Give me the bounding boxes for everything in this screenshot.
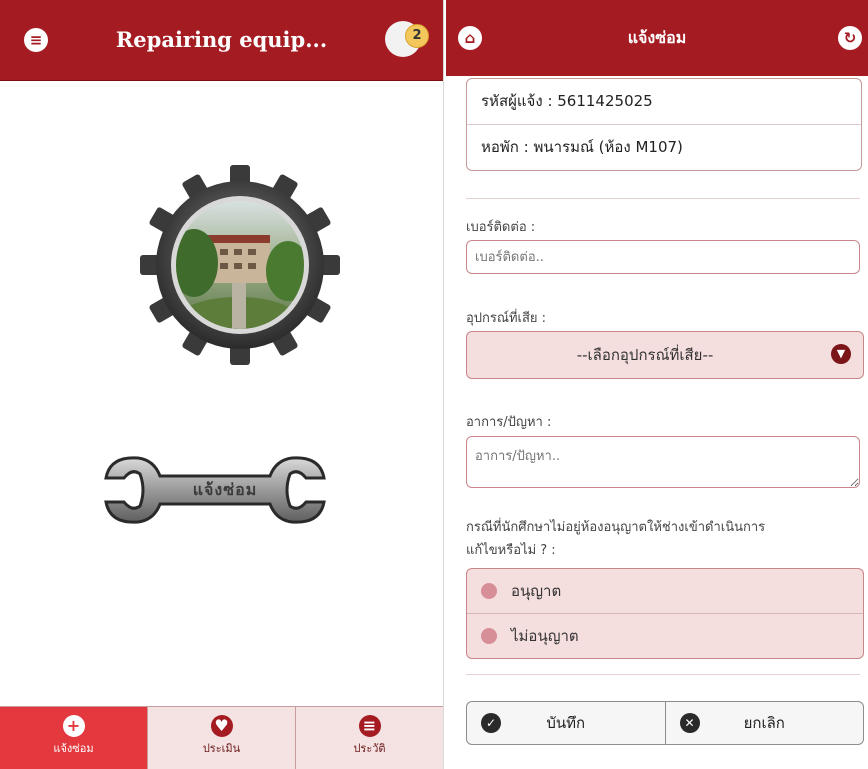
repair-form-screen: ⌂ แจ้งซ่อม ↻ รหัสผู้แจ้ง : 5611425025 หอ… <box>446 0 868 769</box>
app-title: Repairing equip... <box>115 27 328 52</box>
gear-logo <box>140 165 340 365</box>
close-icon: ✕ <box>679 713 700 733</box>
tab-history[interactable]: ≡ ประวัติ <box>295 706 443 769</box>
tab-label: ประเมิน <box>202 742 241 755</box>
home-screen: ≡ Repairing equip... 2 แจ้งซ่อม + แจ้งซ่… <box>0 0 444 769</box>
option-label: ไม่อนุญาต <box>511 627 579 645</box>
wrench-label: แจ้งซ่อม <box>192 480 258 499</box>
permission-question: กรณีที่นักศึกษาไม่อยู่ห้องอนุญาตให้ช่างเ… <box>466 516 765 560</box>
save-label: บันทึก <box>546 714 586 732</box>
permission-question-line2: แก้ไขหรือไม่ ? : <box>466 543 556 558</box>
equipment-label: อุปกรณ์ที่เสีย : <box>466 311 547 326</box>
menu-icon[interactable]: ≡ <box>24 28 48 52</box>
symptom-input[interactable] <box>466 436 860 488</box>
option-label: อนุญาต <box>511 582 562 600</box>
contact-input[interactable] <box>466 240 860 274</box>
reporter-id: รหัสผู้แจ้ง : 5611425025 <box>481 92 653 110</box>
chevron-down-icon: ▼ <box>831 344 851 364</box>
dorm-info: หอพัก : พนารมณ์ (ห้อง M107) <box>467 124 861 170</box>
notification-badge[interactable]: 2 <box>405 24 429 48</box>
cancel-label: ยกเลิก <box>743 714 785 732</box>
option-deny[interactable]: ไม่อนุญาต <box>467 613 863 658</box>
symptom-label: อาการ/ปัญหา : <box>466 415 552 430</box>
tab-report[interactable]: + แจ้งซ่อม <box>0 706 147 769</box>
home-icon[interactable]: ⌂ <box>458 26 482 50</box>
divider <box>466 674 860 675</box>
radio-icon <box>481 628 497 644</box>
refresh-icon[interactable]: ↻ <box>838 26 862 50</box>
divider <box>466 198 860 199</box>
tab-label: แจ้งซ่อม <box>53 742 94 755</box>
action-bar: ✓ บันทึก ✕ ยกเลิก <box>466 701 864 745</box>
app-header: ≡ Repairing equip... 2 <box>0 0 443 81</box>
permission-options: อนุญาต ไม่อนุญาต <box>466 568 864 659</box>
plus-icon: + <box>62 715 85 737</box>
bottom-nav: + แจ้งซ่อม ♥ ประเมิน ≡ ประวัติ <box>0 706 443 769</box>
tab-label: ประวัติ <box>353 742 386 755</box>
list-icon: ≡ <box>358 715 381 737</box>
check-icon: ✓ <box>481 713 501 733</box>
radio-icon <box>481 583 497 599</box>
contact-label: เบอร์ติดต่อ : <box>466 220 536 235</box>
option-allow[interactable]: อนุญาต <box>467 569 863 613</box>
equipment-select[interactable]: --เลือกอุปกรณ์ที่เสีย-- ▼ <box>466 331 864 379</box>
save-button[interactable]: ✓ บันทึก <box>467 702 665 744</box>
form-header: ⌂ แจ้งซ่อม ↻ <box>446 0 868 76</box>
tab-evaluate[interactable]: ♥ ประเมิน <box>147 706 295 769</box>
cancel-button[interactable]: ✕ ยกเลิก <box>664 702 864 744</box>
reporter-info: รหัสผู้แจ้ง : 5611425025 หอพัก : พนารมณ์… <box>466 78 862 171</box>
equipment-selected: --เลือกอุปกรณ์ที่เสีย-- <box>576 346 714 364</box>
permission-question-line1: กรณีที่นักศึกษาไม่อยู่ห้องอนุญาตให้ช่างเ… <box>466 520 766 535</box>
heart-icon: ♥ <box>210 715 233 737</box>
form-title: แจ้งซ่อม <box>627 28 687 47</box>
